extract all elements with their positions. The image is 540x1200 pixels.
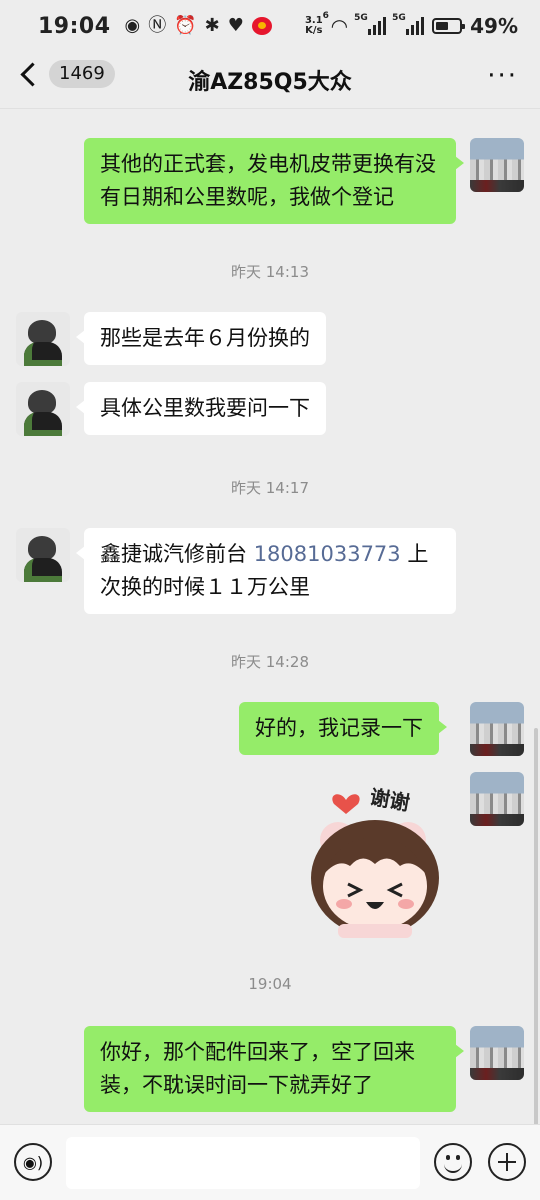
message-text: 具体公里数我要问一下	[100, 396, 310, 420]
chat-title: 渝AZ85Q5大众	[188, 70, 352, 95]
thanks-sticker[interactable]: 谢谢	[300, 778, 450, 938]
message-text: 好的，我记录一下	[255, 716, 423, 740]
contact-avatar[interactable]	[16, 382, 70, 436]
incoming-message-bubble[interactable]: 鑫捷诚汽修前台 18081033773 上次换的时候１１万公里	[76, 528, 456, 614]
message-text-before: 鑫捷诚汽修前台	[100, 542, 254, 566]
message-text: 那些是去年６月份换的	[100, 326, 310, 350]
net-speed-unit: K/s	[305, 25, 323, 36]
message-timestamp: 19:04	[248, 975, 292, 993]
signal-1-icon: 5G	[354, 13, 387, 35]
chat-scrollbar[interactable]	[534, 728, 538, 1128]
self-avatar[interactable]	[470, 772, 524, 826]
emoji-button[interactable]	[434, 1143, 472, 1181]
battery-percent: 49%	[470, 14, 518, 38]
net-speed: 3.1 K/s	[305, 16, 323, 36]
emoji-icon	[444, 1162, 462, 1173]
signal-2-tag: 5G	[392, 13, 406, 23]
eye-icon: ◉	[124, 15, 141, 36]
outgoing-message-bubble[interactable]: 好的，我记录一下	[239, 702, 447, 755]
signal-1-tag: 5G	[354, 13, 368, 23]
alarm-icon: ⏰	[174, 15, 197, 36]
weibo-icon	[251, 17, 272, 35]
contact-avatar[interactable]	[16, 312, 70, 366]
self-avatar[interactable]	[470, 702, 524, 756]
bluetooth-icon: ✱	[204, 15, 220, 36]
status-time: 19:04	[38, 13, 111, 39]
wifi-icon: 6 ◠	[322, 11, 349, 38]
message-text: 你好，那个配件回来了，空了回来装，不耽误时间一下就弄好了	[100, 1040, 415, 1097]
header-divider	[0, 108, 540, 109]
self-avatar[interactable]	[470, 1026, 524, 1080]
signal-2-icon: 5G	[392, 13, 425, 35]
wifi-tag: 6	[322, 11, 329, 21]
self-avatar[interactable]	[470, 138, 524, 192]
outgoing-message-bubble[interactable]: 其他的正式套，发电机皮带更换有没有日期和公里数呢，我做个登记	[84, 138, 464, 224]
more-button[interactable]: ···	[487, 63, 518, 89]
status-bar: 19:04 ◉ Ⓝ ⏰ ✱ ♥ 3.1 K/s 6 ◠ 5G 5G 49%	[0, 0, 540, 52]
message-text: 其他的正式套，发电机皮带更换有没有日期和公里数呢，我做个登记	[100, 152, 436, 209]
voice-button[interactable]: ◉)	[14, 1143, 52, 1181]
status-right: 3.1 K/s 6 ◠ 5G 5G 49%	[305, 11, 518, 39]
contact-avatar[interactable]	[16, 528, 70, 582]
input-bar: ◉)	[0, 1124, 540, 1200]
message-timestamp: 昨天 14:13	[231, 263, 309, 281]
incoming-message-bubble[interactable]: 具体公里数我要问一下	[76, 382, 326, 435]
message-input[interactable]	[66, 1137, 420, 1189]
battery-icon	[432, 18, 466, 34]
nfc-icon: Ⓝ	[148, 15, 167, 36]
message-timestamp: 昨天 14:28	[231, 653, 309, 671]
incoming-message-bubble[interactable]: 那些是去年６月份换的	[76, 312, 326, 365]
outgoing-message-bubble[interactable]: 你好，那个配件回来了，空了回来装，不耽误时间一下就弄好了	[84, 1026, 464, 1112]
phone-number-link[interactable]: 18081033773	[254, 542, 401, 566]
voice-icon: ◉)	[22, 1152, 44, 1172]
plus-button[interactable]	[488, 1143, 526, 1181]
message-timestamp: 昨天 14:17	[231, 479, 309, 497]
chat-header: 1469 渝AZ85Q5大众 ···	[0, 52, 540, 108]
status-left: 19:04 ◉ Ⓝ ⏰ ✱ ♥	[38, 14, 272, 39]
more-dots-icon: ···	[487, 61, 518, 91]
link-icon: ♥	[227, 15, 244, 36]
